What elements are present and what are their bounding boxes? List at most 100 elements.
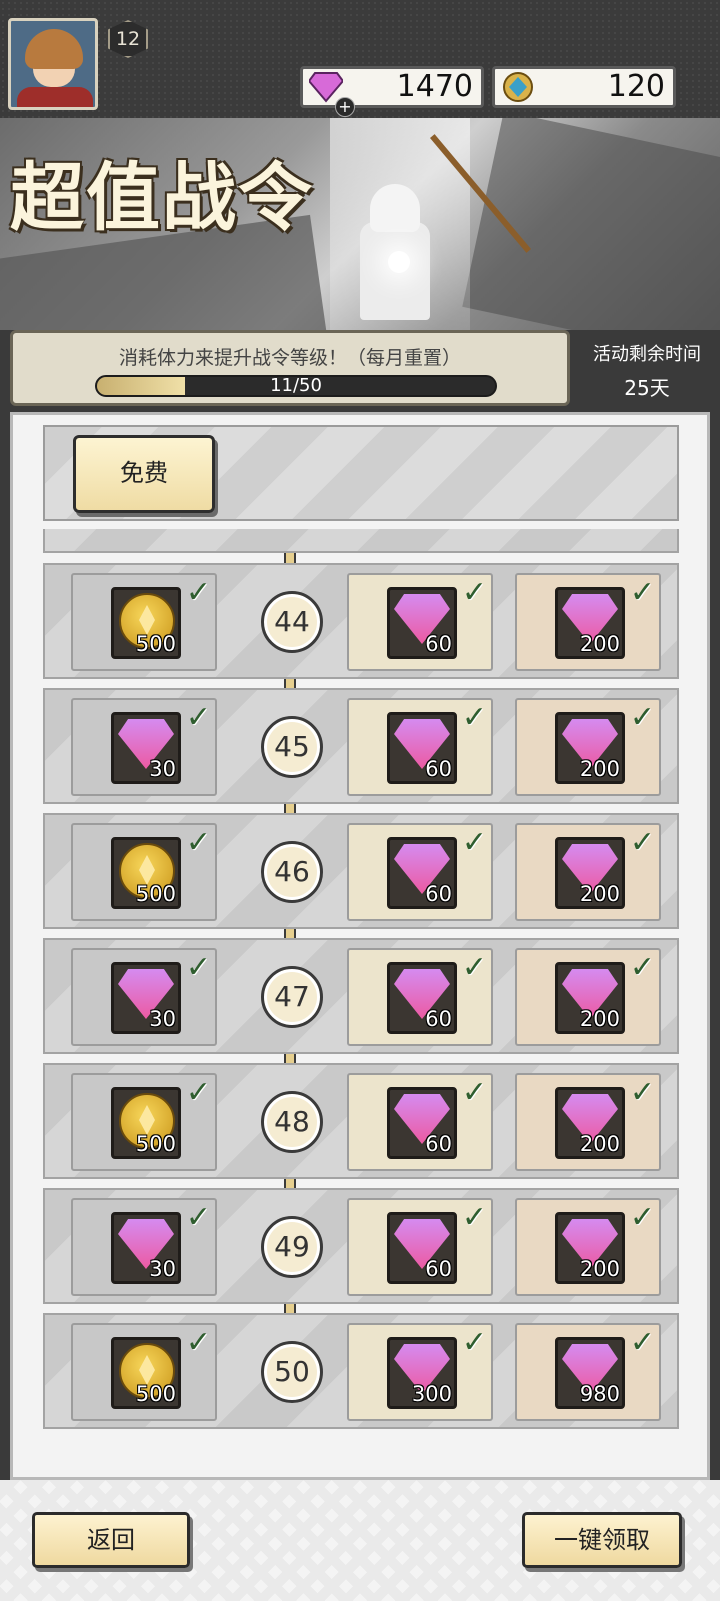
free-reward-cell[interactable]: 30 ✓ — [71, 948, 217, 1046]
deluxe-reward-cell[interactable]: 200 ✓ — [515, 948, 661, 1046]
claimed-check-icon: ✓ — [629, 825, 655, 860]
reward-item: 30 — [111, 1212, 181, 1284]
claimed-check-icon: ✓ — [461, 1075, 487, 1110]
reward-quantity: 200 — [579, 1257, 620, 1281]
reward-quantity: 200 — [579, 757, 620, 781]
reward-quantity: 980 — [579, 1382, 620, 1406]
premium-reward-cell[interactable]: 60 ✓ — [347, 698, 493, 796]
claimed-check-icon: ✓ — [461, 825, 487, 860]
reward-quantity: 30 — [149, 1007, 176, 1031]
reward-quantity: 60 — [425, 757, 452, 781]
free-reward-cell[interactable]: 30 ✓ — [71, 1198, 217, 1296]
reward-item: 500 — [111, 587, 181, 659]
claimed-check-icon: ✓ — [185, 575, 211, 610]
claimed-check-icon: ✓ — [185, 1325, 211, 1360]
banner-rock-right — [462, 118, 720, 330]
premium-reward-cell[interactable]: 60 ✓ — [347, 573, 493, 671]
reward-item: 60 — [387, 837, 457, 909]
pass-progress-bar: 11/50 — [95, 375, 497, 397]
reward-quantity: 300 — [411, 1382, 452, 1406]
reward-item: 60 — [387, 587, 457, 659]
event-remaining-label: 活动剩余时间 — [593, 344, 701, 365]
claimed-check-icon: ✓ — [629, 575, 655, 610]
token-icon — [503, 72, 533, 102]
premium-reward-cell[interactable]: 60 ✓ — [347, 1198, 493, 1296]
progress-strip: 消耗体力来提升战令等级！（每月重置） 11/50 活动剩余时间 25天 — [0, 330, 720, 408]
reward-item: 200 — [555, 587, 625, 659]
gem-amount: 1470 — [396, 69, 473, 104]
reward-quantity: 500 — [135, 882, 176, 906]
reward-item: 60 — [387, 962, 457, 1034]
claimed-check-icon: ✓ — [185, 700, 211, 735]
premium-reward-cell[interactable]: 60 ✓ — [347, 1073, 493, 1171]
claimed-check-icon: ✓ — [461, 1325, 487, 1360]
reward-row: 500 ✓ 46 60 ✓ 200 ✓ — [43, 813, 679, 929]
top-bar: 12 + 1470 120 — [0, 0, 720, 118]
deluxe-reward-cell[interactable]: 980 ✓ — [515, 1323, 661, 1421]
reward-quantity: 200 — [579, 632, 620, 656]
reward-item: 980 — [555, 1337, 625, 1409]
deluxe-reward-cell[interactable]: 200 ✓ — [515, 698, 661, 796]
token-counter[interactable]: 120 — [492, 66, 676, 108]
reward-rows[interactable]: 500 ✓ 44 60 ✓ 200 ✓ 30 ✓ 45 60 ✓ 200 ✓ 500 ✓ 46 60 ✓ 200 ✓ 30… — [43, 529, 679, 1479]
deluxe-reward-cell[interactable]: 200 ✓ — [515, 573, 661, 671]
reward-quantity: 60 — [425, 1257, 452, 1281]
deluxe-reward-cell[interactable]: 200 ✓ — [515, 823, 661, 921]
reward-row: 30 ✓ 47 60 ✓ 200 ✓ — [43, 938, 679, 1054]
reward-item: 200 — [555, 962, 625, 1034]
gem-counter[interactable]: + 1470 — [300, 66, 484, 117]
reward-item: 500 — [111, 1337, 181, 1409]
reward-row-partial — [43, 529, 679, 553]
add-gems-button[interactable]: + — [335, 97, 355, 117]
free-reward-cell[interactable]: 30 ✓ — [71, 698, 217, 796]
premium-reward-cell[interactable]: 300 ✓ — [347, 1323, 493, 1421]
reward-item: 60 — [387, 712, 457, 784]
back-button[interactable]: 返回 — [32, 1512, 190, 1568]
reward-row: 30 ✓ 49 60 ✓ 200 ✓ — [43, 1188, 679, 1304]
progress-hint: 消耗体力来提升战令等级！（每月重置） — [118, 347, 461, 369]
reward-quantity: 60 — [425, 632, 452, 656]
reward-row: 500 ✓ 44 60 ✓ 200 ✓ — [43, 563, 679, 679]
claim-all-button[interactable]: 一键领取 — [522, 1512, 682, 1568]
free-reward-cell[interactable]: 500 ✓ — [71, 823, 217, 921]
reward-item: 200 — [555, 1087, 625, 1159]
claimed-check-icon: ✓ — [629, 1200, 655, 1235]
free-reward-cell[interactable]: 500 ✓ — [71, 573, 217, 671]
progress-scroll: 消耗体力来提升战令等级！（每月重置） 11/50 — [10, 330, 570, 406]
deluxe-reward-cell[interactable]: 200 ✓ — [515, 1073, 661, 1171]
level-node: 46 — [261, 841, 323, 903]
reward-item: 500 — [111, 837, 181, 909]
reward-quantity: 30 — [149, 757, 176, 781]
claimed-check-icon: ✓ — [461, 575, 487, 610]
reward-row: 30 ✓ 45 60 ✓ 200 ✓ — [43, 688, 679, 804]
event-timer: 活动剩余时间 25天 — [574, 334, 720, 404]
premium-reward-cell[interactable]: 60 ✓ — [347, 948, 493, 1046]
tier-free-tab[interactable]: 免费 — [73, 435, 215, 513]
reward-item: 200 — [555, 1212, 625, 1284]
avatar-hair — [25, 29, 83, 69]
claimed-check-icon: ✓ — [629, 1325, 655, 1360]
tier-header: 免费 — [43, 425, 679, 521]
reward-item: 200 — [555, 837, 625, 909]
token-amount: 120 — [607, 69, 665, 104]
reward-quantity: 500 — [135, 1132, 176, 1156]
claimed-check-icon: ✓ — [629, 700, 655, 735]
mage-hood — [370, 184, 420, 232]
event-remaining-value: 25天 — [624, 376, 670, 400]
avatar-body — [17, 87, 93, 107]
free-reward-cell[interactable]: 500 ✓ — [71, 1073, 217, 1171]
reward-quantity: 60 — [425, 882, 452, 906]
claimed-check-icon: ✓ — [461, 700, 487, 735]
reward-quantity: 200 — [579, 1132, 620, 1156]
level-node: 44 — [261, 591, 323, 653]
reward-quantity: 30 — [149, 1257, 176, 1281]
reward-quantity: 60 — [425, 1132, 452, 1156]
reward-item: 300 — [387, 1337, 457, 1409]
deluxe-reward-cell[interactable]: 200 ✓ — [515, 1198, 661, 1296]
claimed-check-icon: ✓ — [185, 825, 211, 860]
player-avatar[interactable] — [8, 18, 98, 110]
premium-reward-cell[interactable]: 60 ✓ — [347, 823, 493, 921]
free-reward-cell[interactable]: 500 ✓ — [71, 1323, 217, 1421]
player-level-badge: 12 — [108, 20, 148, 58]
reward-item: 60 — [387, 1212, 457, 1284]
